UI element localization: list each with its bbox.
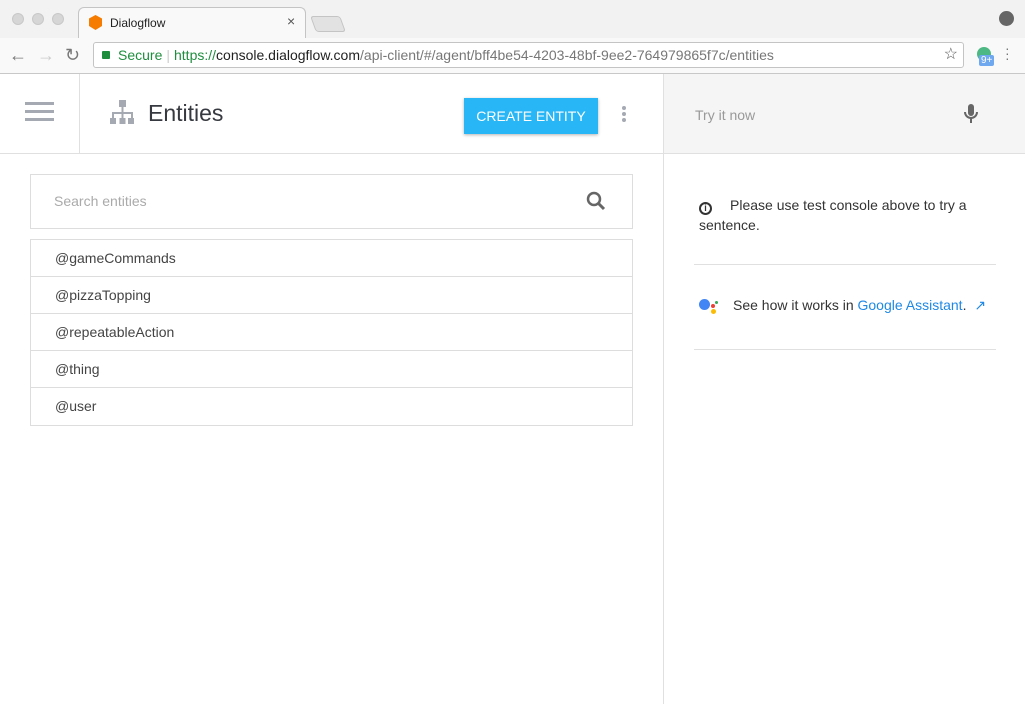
extension-badge: 9+ (979, 55, 995, 66)
entity-row[interactable]: @gameCommands (31, 240, 632, 277)
search-icon[interactable] (586, 191, 606, 211)
lock-icon (102, 51, 110, 59)
reload-icon[interactable]: ↻ (65, 45, 80, 66)
ga-text: See how it works in (733, 297, 858, 313)
url-path: /api-client/#/agent/bff4be54-4203-48bf-9… (360, 47, 774, 63)
divider (694, 264, 996, 265)
external-link-icon[interactable]: ↗ (974, 297, 986, 313)
tab-title: Dialogflow (110, 16, 166, 30)
google-assistant-link[interactable]: Google Assistant (858, 297, 963, 313)
create-entity-button[interactable]: CREATE ENTITY (464, 98, 598, 134)
info-icon: i (699, 202, 712, 215)
page-title: Entities (148, 100, 224, 126)
info-message: i Please use test console above to try a … (699, 195, 989, 235)
entities-icon (110, 100, 134, 124)
tab-close-icon[interactable]: × (287, 13, 295, 29)
new-tab-button[interactable] (310, 16, 346, 32)
divider (694, 349, 996, 350)
entity-row[interactable]: @pizzaTopping (31, 277, 632, 314)
more-options-icon[interactable] (622, 106, 626, 124)
entity-row[interactable]: @thing (31, 351, 632, 388)
try-it-now-input[interactable]: Try it now (695, 107, 755, 123)
search-box (30, 174, 633, 229)
url-host: console.dialogflow.com (216, 47, 361, 63)
minimize-window-button[interactable] (32, 13, 44, 25)
ga-suffix: . (962, 297, 967, 313)
entity-row[interactable]: @user (31, 388, 632, 425)
hamburger-menu-icon[interactable] (25, 102, 54, 126)
google-assistant-icon (699, 297, 719, 315)
search-entities-input[interactable] (54, 193, 554, 209)
google-assistant-message: See how it works in Google Assistant. ↗ (699, 297, 986, 315)
close-window-button[interactable] (12, 13, 24, 25)
browser-tabstrip: Dialogflow × (0, 0, 1025, 39)
dialogflow-logo-icon (89, 15, 102, 30)
forward-icon[interactable]: → (37, 45, 55, 66)
info-text: Please use test console above to try a s… (699, 197, 967, 233)
test-console-panel: i Please use test console above to try a … (663, 154, 1025, 704)
address-bar[interactable]: Secure | https://console.dialogflow.com/ap… (93, 42, 964, 68)
entity-row[interactable]: @repeatableAction (31, 314, 632, 351)
microphone-icon[interactable] (964, 104, 978, 124)
browser-menu-icon[interactable]: · · · (1005, 41, 1010, 65)
bookmark-star-icon[interactable]: ☆ (944, 43, 958, 67)
profile-icon[interactable] (999, 11, 1014, 26)
back-icon[interactable]: ← (9, 45, 27, 66)
app-header: Entities CREATE ENTITY (0, 74, 663, 154)
maximize-window-button[interactable] (52, 13, 64, 25)
secure-label: Secure (118, 47, 163, 63)
test-console-header: Try it now (663, 74, 1025, 154)
divider (79, 74, 80, 154)
url-scheme: https:// (174, 47, 217, 63)
entity-list: @gameCommands @pizzaTopping @repeatableA… (30, 239, 633, 426)
